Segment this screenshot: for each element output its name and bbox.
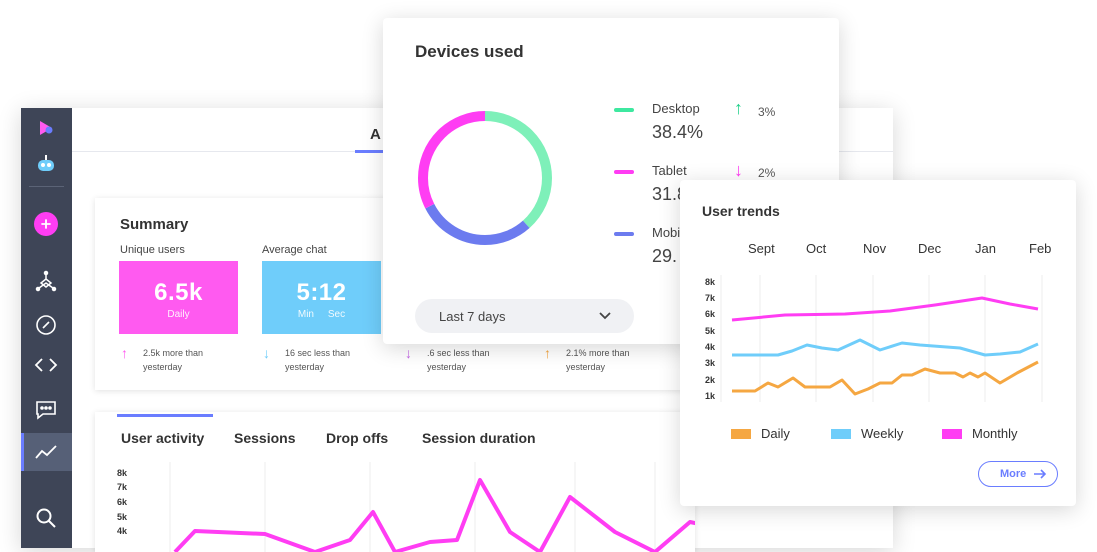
seconds-label: Sec: [327, 309, 346, 320]
legend-desktop-swatch: [614, 108, 634, 112]
legend-weekly-label: Weekly: [861, 426, 904, 441]
device-desktop-change: 3%: [758, 105, 776, 119]
activity-line: [173, 478, 695, 552]
trend-text: 16 sec less than yesterday: [285, 348, 351, 372]
more-button-label: More: [1000, 468, 1027, 480]
bot-icon[interactable]: [34, 152, 58, 176]
legend-tablet-swatch: [614, 170, 634, 174]
date-range-value: Last 7 days: [439, 309, 506, 324]
legend-monthly-swatch: [942, 429, 962, 439]
add-button[interactable]: [34, 212, 58, 236]
series-line-weekly: [732, 338, 1039, 357]
compass-icon[interactable]: [34, 313, 58, 337]
legend-daily-label: Daily: [761, 426, 790, 441]
series-line-monthly: [731, 296, 1039, 322]
arrow-down-icon: ↓: [263, 345, 270, 361]
tab-analytics[interactable]: A: [370, 126, 381, 143]
activity-card: User activity Sessions Drop offs Session…: [95, 412, 695, 552]
trend-text: .6 sec less than yesterday: [427, 348, 490, 372]
unique-users-value: 6.5k: [154, 279, 203, 306]
arrow-up-icon: ↑: [544, 345, 551, 361]
series-line-daily: [732, 360, 1039, 396]
unique-users-period: Daily: [167, 309, 190, 320]
arrow-down-icon: ↓: [405, 345, 412, 361]
average-chat-units: Min Sec: [262, 309, 381, 320]
device-tablet-name: Tablet: [652, 163, 687, 178]
trend-text: 2.5k more than yesterday: [143, 348, 204, 372]
devices-title: Devices used: [415, 42, 524, 61]
summary-title: Summary: [120, 216, 189, 233]
device-mobile-name: Mobil: [652, 225, 684, 240]
average-chat-label: Average chat: [262, 244, 327, 256]
device-desktop-value: 38.4%: [652, 122, 704, 142]
arrow-up-icon: ↑: [121, 345, 128, 361]
legend-daily-swatch: [731, 429, 751, 439]
user-trends-chart: [720, 275, 1043, 402]
unique-users-tile[interactable]: 6.5k Daily: [119, 261, 238, 334]
device-mobile-value: 29.: [652, 246, 678, 266]
arrow-up-icon: ↑: [734, 98, 743, 118]
average-chat-tile[interactable]: 5:12 Min Sec: [262, 261, 381, 334]
user-trends-card: User trends Sept Oct Nov Dec Jan Feb 8k …: [680, 180, 1076, 506]
minutes-label: Min: [297, 309, 314, 320]
legend-monthly-label: Monthly: [972, 426, 1018, 441]
arrow-right-icon: [1033, 467, 1047, 484]
legend-mobile-swatch: [614, 232, 634, 236]
unique-users-label: Unique users: [120, 244, 185, 256]
device-desktop-name: Desktop: [652, 101, 700, 116]
arrow-down-icon: ↓: [734, 160, 743, 180]
search-icon[interactable]: [34, 506, 58, 530]
activity-chart: [169, 462, 695, 552]
more-button[interactable]: More: [978, 461, 1058, 487]
device-tablet-change: 2%: [758, 166, 776, 180]
chat-icon[interactable]: [34, 398, 58, 422]
average-chat-value: 5:12: [296, 279, 347, 306]
date-range-select[interactable]: Last 7 days: [415, 299, 634, 333]
app-logo-icon[interactable]: [34, 116, 58, 140]
devices-donut-chart: [418, 111, 552, 245]
sidebar-divider: [29, 186, 64, 187]
code-icon[interactable]: [34, 353, 58, 377]
analytics-chart-icon[interactable]: [34, 440, 58, 464]
legend-weekly-swatch: [831, 429, 851, 439]
chevron-down-icon: [598, 308, 612, 325]
trend-text: 2.1% more than yesterday: [566, 348, 630, 372]
network-icon[interactable]: [34, 270, 58, 294]
sidebar: [21, 108, 72, 548]
